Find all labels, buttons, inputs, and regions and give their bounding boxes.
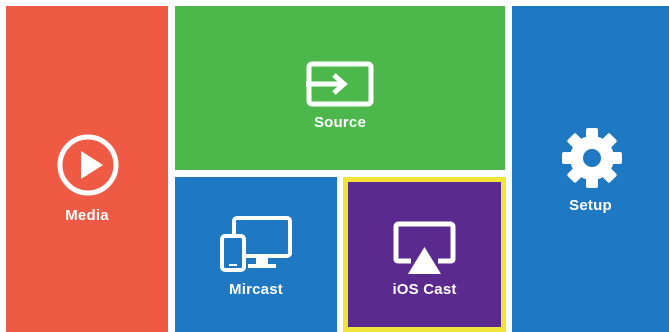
media-label: Media — [65, 207, 109, 224]
media-tile[interactable]: Media — [6, 6, 168, 332]
mircast-tile[interactable]: Mircast — [175, 177, 337, 332]
devices-icon — [220, 216, 292, 272]
setup-label: Setup — [569, 197, 612, 214]
setup-tile[interactable]: Setup — [512, 6, 669, 332]
gear-icon — [562, 128, 622, 188]
ios-cast-tile[interactable]: iOS Cast — [343, 177, 506, 332]
play-circle-icon — [57, 134, 119, 196]
input-source-icon — [306, 61, 374, 107]
source-label: Source — [313, 114, 367, 131]
source-tile[interactable]: Source — [175, 6, 505, 170]
mircast-label: Mircast — [229, 281, 283, 298]
airplay-icon — [393, 221, 456, 274]
ios-cast-label: iOS Cast — [392, 281, 457, 298]
